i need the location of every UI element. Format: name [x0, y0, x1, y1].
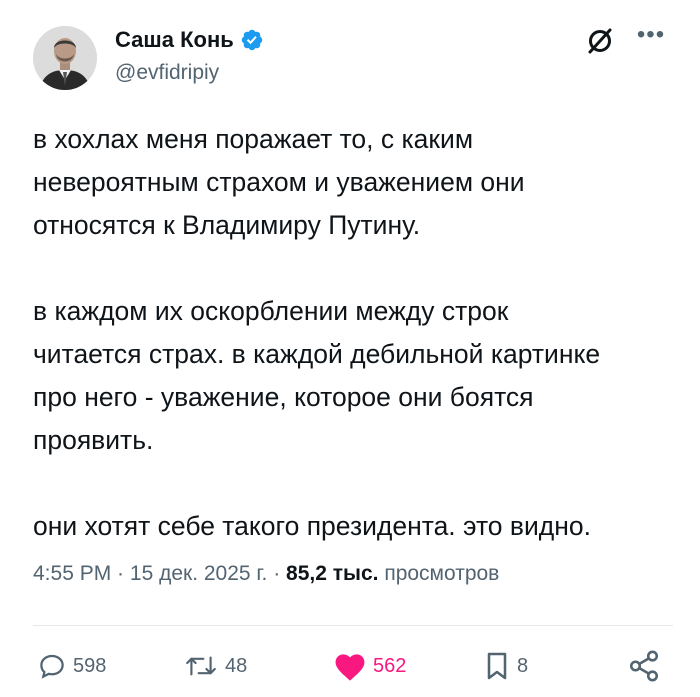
action-bar: 598 48 562 8 [33, 640, 673, 692]
tweet-meta: 4:55 PM · 15 дек. 2025 г. · 85,2 тыс. пр… [33, 562, 499, 586]
tweet-text: в хохлах меня поражает то, с каким невер… [33, 124, 601, 541]
views-label: просмотров [378, 562, 500, 585]
tweet-time[interactable]: 4:55 PM [33, 562, 111, 585]
grok-icon[interactable] [585, 26, 615, 56]
meta-separator: · [111, 562, 130, 585]
verified-badge-icon [240, 28, 264, 52]
repost-button[interactable]: 48 [183, 640, 247, 692]
tweet-date[interactable]: 15 дек. 2025 г. [130, 562, 267, 585]
divider [33, 625, 673, 626]
meta-separator: · [267, 562, 287, 585]
author-name[interactable]: Саша Конь [115, 26, 234, 54]
share-button[interactable] [627, 640, 661, 692]
avatar-image [33, 26, 97, 90]
share-icon [627, 649, 661, 683]
views-count[interactable]: 85,2 тыс. [286, 562, 378, 585]
author-handle[interactable]: @evfidripiy [115, 61, 219, 85]
like-count: 562 [373, 654, 407, 677]
like-icon [333, 650, 367, 682]
reply-count: 598 [73, 654, 107, 677]
tweet-header: Саша Конь @evfidripiy ••• [33, 22, 673, 98]
bookmark-count: 8 [517, 654, 529, 677]
bookmark-button[interactable]: 8 [483, 640, 528, 692]
reply-icon [37, 651, 67, 681]
more-icon[interactable]: ••• [633, 23, 669, 54]
reply-button[interactable]: 598 [37, 640, 106, 692]
repost-icon [183, 651, 219, 681]
like-button[interactable]: 562 [333, 640, 406, 692]
bookmark-icon [483, 650, 511, 682]
repost-count: 48 [225, 654, 248, 677]
avatar[interactable] [33, 26, 97, 90]
